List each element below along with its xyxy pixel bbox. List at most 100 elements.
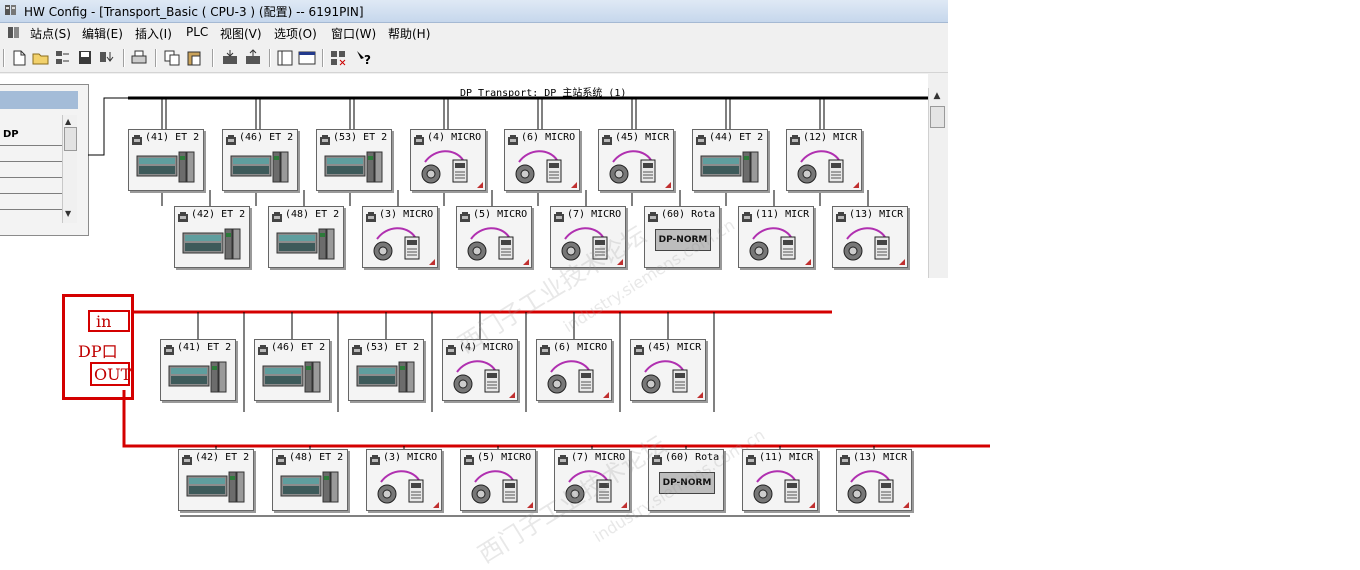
dp-slave-node[interactable]: (13) MICR	[836, 449, 912, 511]
scroll-down-icon[interactable]: ▼	[65, 209, 71, 218]
station-menu-icon[interactable]	[6, 24, 22, 40]
compile-download-icon[interactable]	[97, 48, 117, 68]
upload-from-module-icon[interactable]	[243, 48, 263, 68]
micromaster-drive-icon	[377, 470, 424, 504]
list-item[interactable]	[0, 145, 62, 162]
dp-slave-node[interactable]: (13) MICR	[832, 206, 908, 268]
dp-slave-node[interactable]: (42) ET 2	[178, 449, 254, 511]
slave-status-icon	[178, 212, 188, 222]
slave-label: (60) Rota	[661, 209, 716, 220]
dp-slave-node[interactable]: (3) MICRO	[362, 206, 438, 268]
dp-slave-node[interactable]: (41) ET 2	[128, 129, 204, 191]
catalog-icon[interactable]	[328, 48, 348, 68]
panel-scrollbar[interactable]: ▲ ▼	[62, 115, 77, 223]
dp-slave-node[interactable]: (53) ET 2	[348, 339, 424, 401]
slave-status-icon	[276, 455, 286, 465]
slave-label: (53) ET 2	[333, 132, 388, 143]
warning-marker-icon	[523, 259, 529, 265]
toolbar-separator	[123, 49, 125, 67]
menu-station[interactable]: 站点(S)	[30, 25, 71, 42]
menu-plc[interactable]: PLC	[186, 25, 208, 39]
menu-help[interactable]: 帮助(H)	[388, 25, 430, 42]
title-bar: HW Config - [Transport_Basic ( CPU-3 ) (…	[0, 0, 948, 23]
download-to-module-icon[interactable]	[220, 48, 240, 68]
slave-label: (3) MICRO	[379, 209, 434, 220]
micromaster-drive-icon	[547, 360, 594, 394]
dp-slave-node[interactable]: (48) ET 2	[272, 449, 348, 511]
warning-marker-icon	[477, 182, 483, 188]
dp-slave-node[interactable]: (46) ET 2	[222, 129, 298, 191]
dp-slave-node[interactable]: (11) MICR	[742, 449, 818, 511]
dp-slave-node[interactable]: (11) MICR	[738, 206, 814, 268]
station-window-panel: DP ▲ ▼	[0, 84, 89, 236]
menu-view[interactable]: 视图(V)	[220, 25, 262, 42]
micromaster-drive-icon	[515, 150, 562, 184]
slave-status-icon	[352, 345, 362, 355]
dp-slave-node[interactable]: (44) ET 2	[692, 129, 768, 191]
scroll-thumb[interactable]	[930, 106, 945, 128]
dp-slave-node[interactable]: (4) MICRO	[410, 129, 486, 191]
menu-edit[interactable]: 编辑(E)	[82, 25, 123, 42]
et200-module-icon	[182, 228, 241, 260]
copy-icon[interactable]	[162, 48, 182, 68]
dp-slave-node[interactable]: (6) MICRO	[504, 129, 580, 191]
help-icon[interactable]: ?	[354, 48, 374, 68]
dp-slave-node[interactable]: (5) MICRO	[456, 206, 532, 268]
paste-icon[interactable]	[184, 48, 204, 68]
menu-options[interactable]: 选项(O)	[274, 25, 317, 42]
toolbar-separator	[3, 49, 5, 67]
dp-slave-node[interactable]: (42) ET 2	[174, 206, 250, 268]
scroll-up-icon[interactable]: ▲	[65, 117, 71, 126]
slave-label: (41) ET 2	[145, 132, 200, 143]
slave-status-icon	[460, 212, 470, 222]
slave-label: (13) MICR	[853, 452, 908, 463]
window-title: HW Config - [Transport_Basic ( CPU-3 ) (…	[24, 5, 364, 19]
slave-label: (42) ET 2	[191, 209, 246, 220]
svg-text:?: ?	[364, 53, 371, 67]
slave-label: (45) MICR	[615, 132, 670, 143]
scroll-thumb[interactable]	[64, 127, 77, 151]
dp-slave-node[interactable]: (53) ET 2	[316, 129, 392, 191]
warning-marker-icon	[853, 182, 859, 188]
menu-window[interactable]: 窗口(W)	[331, 25, 376, 42]
dp-slave-node[interactable]: (6) MICRO	[536, 339, 612, 401]
et200-module-icon	[230, 151, 289, 183]
dp-slave-node[interactable]: (3) MICRO	[366, 449, 442, 511]
list-item[interactable]	[0, 209, 62, 226]
micromaster-drive-icon	[373, 227, 420, 261]
window-view-icon[interactable]	[297, 48, 317, 68]
dp-slave-node[interactable]: (45) MICR	[630, 339, 706, 401]
dp-slave-node[interactable]: (45) MICR	[598, 129, 674, 191]
toolbar-separator	[322, 49, 324, 67]
dp-slave-node[interactable]: (46) ET 2	[254, 339, 330, 401]
dp-slave-node[interactable]: (41) ET 2	[160, 339, 236, 401]
catalog-selected-item[interactable]: DP	[0, 129, 65, 143]
micromaster-drive-icon	[471, 470, 518, 504]
network-station-icon[interactable]	[53, 48, 73, 68]
print-icon[interactable]	[129, 48, 149, 68]
list-item[interactable]	[0, 161, 62, 178]
slave-label: (6) MICRO	[553, 342, 608, 353]
open-folder-icon[interactable]	[31, 48, 51, 68]
list-item[interactable]	[0, 177, 62, 194]
new-file-icon[interactable]	[9, 48, 29, 68]
warning-marker-icon	[429, 259, 435, 265]
menu-bar: 站点(S) 编辑(E) 插入(I) PLC 视图(V) 选项(O) 窗口(W) …	[0, 23, 948, 42]
dp-slave-node[interactable]: (5) MICRO	[460, 449, 536, 511]
canvas-vertical-scrollbar[interactable]: ▲	[928, 88, 945, 278]
slave-status-icon	[272, 212, 282, 222]
list-item[interactable]	[0, 193, 62, 210]
menu-insert[interactable]: 插入(I)	[135, 25, 172, 42]
et200-module-icon	[356, 361, 415, 393]
dp-slave-node[interactable]: (48) ET 2	[268, 206, 344, 268]
dp-slave-node[interactable]: (12) MICR	[786, 129, 862, 191]
scroll-up-icon[interactable]: ▲	[931, 90, 943, 102]
save-icon[interactable]	[75, 48, 95, 68]
slave-status-icon	[554, 212, 564, 222]
micromaster-drive-icon	[609, 150, 656, 184]
slave-label: (3) MICRO	[383, 452, 438, 463]
slave-status-icon	[366, 212, 376, 222]
et200-module-icon	[280, 471, 339, 503]
module-info-icon[interactable]	[275, 48, 295, 68]
slave-status-icon	[836, 212, 846, 222]
